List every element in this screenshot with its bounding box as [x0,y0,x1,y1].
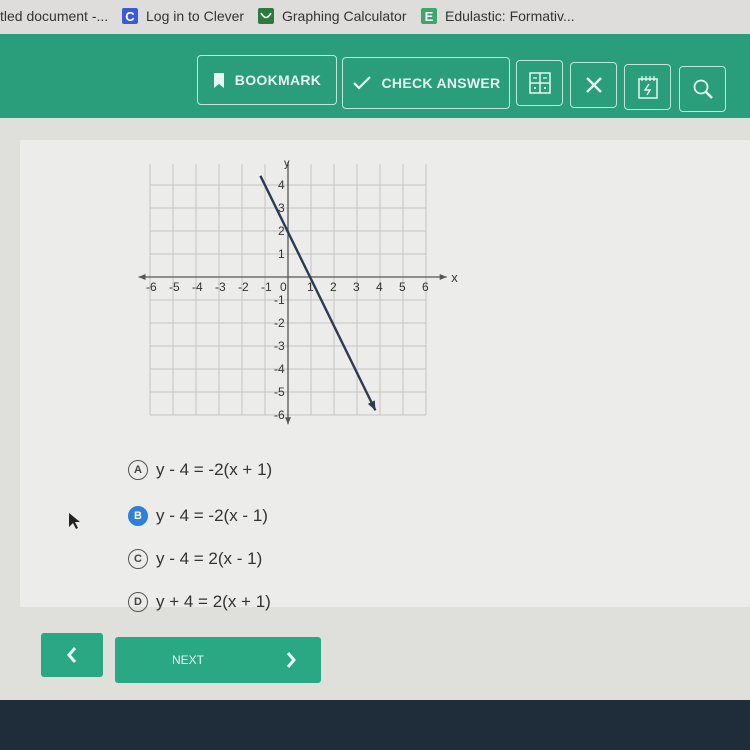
bookmark-button[interactable]: BOOKMARK [197,55,337,105]
magnifier-button[interactable] [679,66,726,112]
y-tick-label: -4 [274,362,285,376]
next-button[interactable]: NEXT [115,637,321,683]
choice-b[interactable]: B y - 4 = -2(x - 1) [128,506,268,526]
coordinate-graph: xy-6 -5 -4 -3 -2 -1 0 1 2 3 4 5 64321-1-2-3-4-5-6 [138,158,458,425]
bookmark-untitled-document[interactable]: tled document -... [0,8,108,24]
choice-letter: B [128,506,148,526]
x-axis-left-arrow [138,274,146,280]
clever-icon: C [122,8,138,24]
choice-text: y + 4 = 2(x + 1) [156,592,271,611]
choice-letter: C [128,549,148,569]
x-tick-label: -6 [146,280,157,294]
magnifier-icon [693,79,713,99]
bookmark-clever[interactable]: C Log in to Clever [122,8,244,24]
bookmark-label: Edulastic: Formativ... [445,8,575,24]
y-tick-label: -6 [274,408,285,422]
x-axis-label: x [451,270,458,285]
x-tick-label: 4 [376,280,383,294]
checkmark-icon [352,76,371,90]
y-tick-label: -5 [274,385,285,399]
x-tick-label: 6 [422,280,429,294]
choice-d[interactable]: D y + 4 = 2(x + 1) [128,592,271,612]
bookmark-label: Log in to Clever [146,8,245,24]
desmos-icon [258,8,274,24]
calculator-icon [528,72,551,94]
choice-c[interactable]: C y - 4 = 2(x - 1) [128,549,262,569]
choice-a[interactable]: A y - 4 = -2(x + 1) [128,460,272,480]
y-tick-label: -1 [274,293,285,307]
x-tick-label: -3 [215,280,226,294]
x-tick-label: -2 [238,280,249,294]
bookmark-icon [213,72,224,88]
x-tick-label: 2 [330,280,337,294]
check-answer-button[interactable]: CHECK ANSWER [342,57,510,109]
x-axis-right-arrow [439,274,447,280]
monitor-bezel [0,700,750,750]
y-tick-label: -3 [274,339,285,353]
next-label: NEXT [171,653,204,667]
x-tick-label: -5 [169,280,180,294]
y-axis-down-arrow [285,417,291,425]
y-tick-label: 4 [278,178,285,192]
choice-text: y - 4 = 2(x - 1) [156,549,263,568]
assessment-toolbar: BOOKMARK CHECK ANSWER [0,34,750,118]
close-button[interactable] [570,62,617,108]
close-icon [585,77,602,93]
bookmark-button-label: BOOKMARK [234,72,322,88]
bookmark-label: Graphing Calculator [282,8,407,24]
choice-text: y - 4 = -2(x - 1) [156,506,268,525]
bookmark-graphing-calculator[interactable]: Graphing Calculator [258,8,407,24]
mouse-cursor-icon [69,513,80,529]
y-tick-label: -2 [274,316,285,330]
x-tick-label: -4 [192,280,203,294]
previous-button[interactable] [41,633,103,677]
scratchpad-button[interactable] [624,64,671,110]
choice-letter: A [128,460,148,480]
y-tick-label: 1 [278,247,285,261]
y-axis-label: y [284,158,290,170]
x-tick-label: 3 [353,280,360,294]
bookmark-label: tled document -... [0,8,109,24]
check-answer-label: CHECK ANSWER [381,75,501,91]
choice-letter: D [128,592,148,612]
bookmarks-bar: tled document -... C Log in to Clever Gr… [0,0,750,34]
bookmark-edulastic[interactable]: E Edulastic: Formativ... [421,8,575,24]
x-tick-label: -1 [261,280,272,294]
chevron-right-icon [286,652,296,668]
calculator-button[interactable] [516,60,563,106]
scratchpad-icon [637,76,658,99]
chevron-left-icon [67,647,77,663]
choice-text: y - 4 = -2(x + 1) [156,460,273,479]
x-tick-label: 5 [399,280,406,294]
x-tick-label: 0 [280,280,287,294]
edulastic-icon: E [421,8,437,24]
